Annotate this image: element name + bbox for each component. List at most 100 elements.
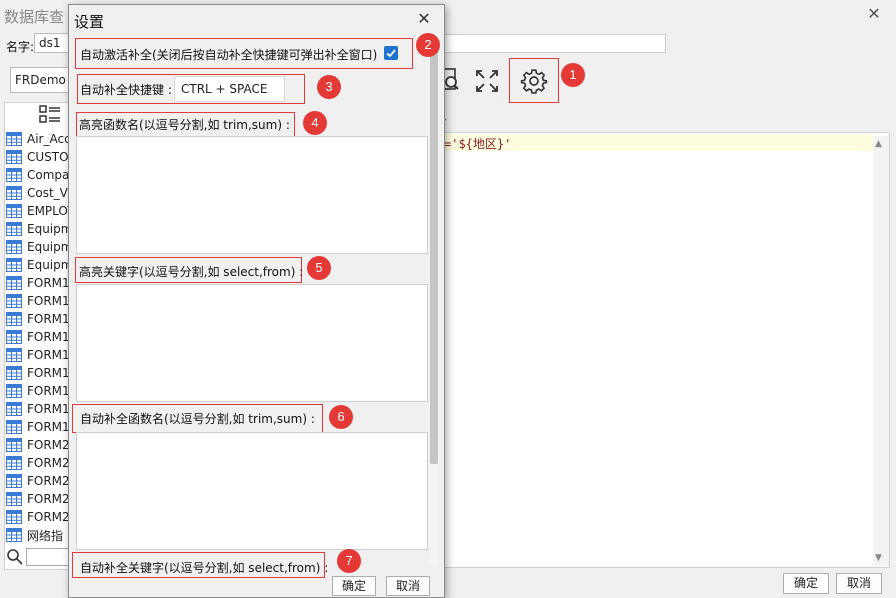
gear-icon xyxy=(520,68,548,94)
table-name: Air_Acci xyxy=(27,132,70,146)
table-list-item[interactable]: FORM1 xyxy=(6,274,70,292)
table-name: Equipm xyxy=(27,258,70,272)
table-list-item[interactable]: Equipm xyxy=(6,238,70,256)
table-name: FORM1 xyxy=(27,366,70,380)
expand-icon[interactable] xyxy=(473,67,501,95)
sql-text: ='${地区}' xyxy=(444,137,512,151)
table-list-item[interactable]: FORM1 xyxy=(6,382,70,400)
table-list-item[interactable]: 网络指 xyxy=(6,526,70,544)
table-list-item[interactable]: FORM1 xyxy=(6,328,70,346)
table-name: Compa xyxy=(27,168,70,182)
autocomplete-checkbox[interactable] xyxy=(384,46,398,60)
table-list-item[interactable]: FORM1 xyxy=(6,400,70,418)
table-grid-icon xyxy=(6,348,22,362)
scroll-down-icon[interactable]: ▼ xyxy=(875,553,882,563)
table-list-item[interactable]: Air_Acci xyxy=(6,130,70,148)
table-grid-icon xyxy=(6,312,22,326)
table-name: Equipm xyxy=(27,240,70,254)
table-grid-icon xyxy=(6,330,22,344)
table-list-item[interactable]: FORM1 xyxy=(6,310,70,328)
table-grid-icon xyxy=(6,438,22,452)
table-name: FORM2 xyxy=(27,510,70,524)
highlight-functions-textarea[interactable] xyxy=(76,136,428,254)
table-name: 网络指 xyxy=(27,528,64,543)
autocomplete-label: 自动激活补全(关闭后按自动补全快捷键可弹出补全窗口) xyxy=(80,48,378,62)
table-list-item[interactable]: CUSTO xyxy=(6,148,70,166)
table-list-item[interactable]: FORM2 xyxy=(6,454,70,472)
table-grid-icon xyxy=(6,204,22,218)
name-label: 名字: xyxy=(6,40,35,54)
table-grid-icon xyxy=(6,294,22,308)
dialog-scroll-thumb[interactable] xyxy=(430,42,438,464)
annotation-badge: 2 xyxy=(416,33,440,57)
annotation-badge: 6 xyxy=(329,405,353,429)
table-list-item[interactable]: FORM1 xyxy=(6,418,70,436)
table-list-item[interactable]: FORM1 xyxy=(6,364,70,382)
table-name: FORM2 xyxy=(27,492,70,506)
table-name: FORM2 xyxy=(27,474,70,488)
table-list-item[interactable]: Compa xyxy=(6,166,70,184)
table-list-item[interactable]: FORM2 xyxy=(6,490,70,508)
table-name: FORM1 xyxy=(27,294,70,308)
table-grid-icon xyxy=(6,420,22,434)
table-name: FORM1 xyxy=(27,330,70,344)
shortcut-input[interactable]: CTRL + SPACE xyxy=(174,76,285,102)
check-icon xyxy=(386,49,396,58)
table-list-item[interactable]: Equipm xyxy=(6,256,70,274)
annotation-badge: 4 xyxy=(303,111,327,135)
main-cancel-button[interactable]: 取消 xyxy=(836,573,882,594)
table-grid-icon xyxy=(6,168,22,182)
table-list-item[interactable]: FORM2 xyxy=(6,508,70,526)
table-grid-icon xyxy=(6,132,22,146)
table-list-item[interactable]: Cost_VS xyxy=(6,184,70,202)
table-grid-icon xyxy=(6,222,22,236)
dialog-title: 设置 xyxy=(74,13,105,31)
table-list-item[interactable]: FORM1 xyxy=(6,292,70,310)
window-close-icon[interactable]: ✕ xyxy=(862,2,886,26)
table-name: FORM2 xyxy=(27,456,70,470)
autocomplete-functions-textarea[interactable] xyxy=(76,432,428,550)
table-name: FORM1 xyxy=(27,312,70,326)
main-ok-button[interactable]: 确定 xyxy=(783,573,829,594)
dialog-ok-button[interactable]: 确定 xyxy=(332,576,376,596)
table-list-item[interactable]: FORM1 xyxy=(6,346,70,364)
autocomplete-functions-label: 自动补全函数名(以逗号分割,如 trim,sum) : xyxy=(80,412,315,426)
table-name: Cost_VS xyxy=(27,186,70,200)
annotation-badge: 7 xyxy=(337,549,361,573)
settings-button[interactable] xyxy=(509,58,559,103)
table-grid-icon xyxy=(6,150,22,164)
sql-editor[interactable] xyxy=(432,132,890,568)
table-name: CUSTO xyxy=(27,150,69,164)
table-name: FORM1 xyxy=(27,420,70,434)
window-title: 数据库查 xyxy=(4,8,65,26)
annotation-badge: 3 xyxy=(317,75,341,99)
editor-scrollbar[interactable] xyxy=(873,136,889,566)
dialog-close-icon[interactable]: ✕ xyxy=(413,8,435,30)
annotation-badge: 1 xyxy=(561,63,585,87)
search-icon[interactable] xyxy=(6,548,24,569)
shortcut-label: 自动补全快捷键 : xyxy=(80,83,172,97)
table-list-item[interactable]: Equipm xyxy=(6,220,70,238)
table-list-item[interactable]: FORM2 xyxy=(6,472,70,490)
table-name: FORM1 xyxy=(27,402,70,416)
table-grid-icon xyxy=(6,510,22,524)
table-grid-icon xyxy=(6,384,22,398)
database-select[interactable]: FRDemo xyxy=(10,67,70,93)
table-name: FORM1 xyxy=(27,348,70,362)
table-search-input[interactable] xyxy=(26,548,70,566)
highlight-keywords-textarea[interactable] xyxy=(76,284,428,402)
table-list-item[interactable]: EMPLOY xyxy=(6,202,70,220)
table-name: FORM2 xyxy=(27,438,70,452)
scroll-up-icon[interactable]: ▲ xyxy=(875,139,882,149)
parameter-input[interactable] xyxy=(440,34,666,53)
dialog-cancel-button[interactable]: 取消 xyxy=(386,576,430,596)
table-name: EMPLOY xyxy=(27,204,70,218)
list-view-icon[interactable] xyxy=(38,104,62,129)
table-grid-icon xyxy=(6,186,22,200)
table-grid-icon xyxy=(6,474,22,488)
table-name: Equipm xyxy=(27,222,70,236)
table-list-item[interactable]: FORM2 xyxy=(6,436,70,454)
annotation-badge: 5 xyxy=(307,256,331,280)
highlight-functions-label: 高亮函数名(以逗号分割,如 trim,sum) : xyxy=(79,118,290,132)
table-grid-icon xyxy=(6,240,22,254)
